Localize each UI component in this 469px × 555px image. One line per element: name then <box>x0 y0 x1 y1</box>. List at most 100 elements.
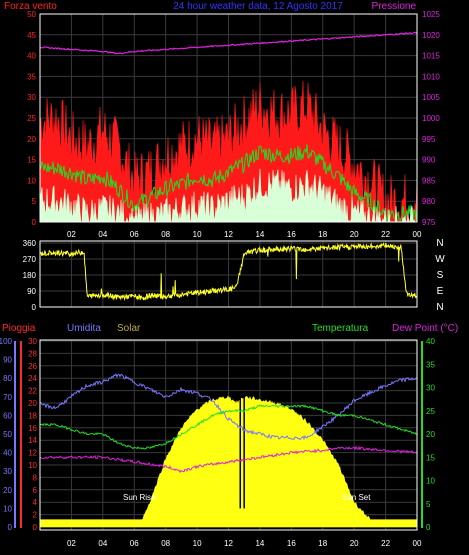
x-tick-label: 12 <box>224 539 233 548</box>
x-tick-label: 18 <box>318 230 327 239</box>
pressure-tick-label: 1025 <box>422 10 440 19</box>
compass-label: N <box>436 302 443 313</box>
pioggia-tick-label: 22 <box>28 387 37 396</box>
pressure-tick-label: 980 <box>422 197 436 206</box>
direction-tick-label: 0 <box>32 303 37 312</box>
x-tick-label: 02 <box>67 230 76 239</box>
legend-temperatura: Temperatura <box>312 323 369 334</box>
pressure-tick-label: 995 <box>422 135 436 144</box>
pioggia-tick-label: 2 <box>33 511 38 520</box>
wind-tick-label: 35 <box>27 72 36 81</box>
temp-tick-label: 25 <box>426 407 435 416</box>
compass-label: W <box>435 254 445 265</box>
temp-tick-label: 20 <box>426 430 435 439</box>
legend-dew-point: Dew Point (°C) <box>392 323 458 334</box>
pioggia-tick-label: 6 <box>33 486 38 495</box>
sun-set-label: Sun Set <box>342 493 371 502</box>
solar-gap <box>239 396 241 509</box>
sun-rise-label: Sun Rise <box>123 493 156 502</box>
umidita-tick-label: 70 <box>3 393 12 402</box>
solar-gap <box>243 396 245 509</box>
x-tick-label: 04 <box>98 230 107 239</box>
pioggia-tick-label: 20 <box>28 399 37 408</box>
pioggia-tick-label: 10 <box>28 461 37 470</box>
x-tick-label: 10 <box>193 539 202 548</box>
direction-tick-label: 270 <box>23 255 37 264</box>
wind-tick-label: 10 <box>27 176 36 185</box>
pressure-tick-label: 975 <box>422 218 436 227</box>
legend-solar: Solar <box>117 323 141 334</box>
pressure-tick-label: 1005 <box>422 93 440 102</box>
legend-pioggia: Pioggia <box>2 323 36 334</box>
pioggia-tick-label: 14 <box>28 436 37 445</box>
temp-tick-label: 40 <box>426 337 435 346</box>
x-tick-label: 08 <box>161 230 170 239</box>
temp-tick-label: 5 <box>426 500 431 509</box>
x-tick-label: 20 <box>350 230 359 239</box>
x-tick-label: 18 <box>318 539 327 548</box>
x-tick-label: 14 <box>255 539 264 548</box>
umidita-tick-label: 20 <box>3 486 12 495</box>
x-tick-label: 14 <box>255 230 264 239</box>
umidita-tick-label: 30 <box>3 467 12 476</box>
x-tick-label: 22 <box>381 539 390 548</box>
pioggia-tick-label: 28 <box>28 349 37 358</box>
pioggia-tick-label: 30 <box>28 337 37 346</box>
pioggia-tick-label: 26 <box>28 362 37 371</box>
temp-tick-label: 10 <box>426 477 435 486</box>
pioggia-tick-label: 24 <box>28 374 37 383</box>
wind-tick-label: 5 <box>32 197 37 206</box>
umidita-tick-label: 60 <box>3 411 12 420</box>
compass-label: S <box>437 270 444 281</box>
umidita-tick-label: 40 <box>3 449 12 458</box>
umidita-tick-label: 90 <box>3 356 12 365</box>
temp-tick-label: 15 <box>426 453 435 462</box>
umidita-tick-label: 10 <box>3 504 12 513</box>
x-tick-label: 00 <box>413 539 422 548</box>
wind-tick-label: 20 <box>27 135 36 144</box>
x-tick-label: 16 <box>287 539 296 548</box>
temp-tick-label: 30 <box>426 384 435 393</box>
x-tick-label: 02 <box>67 539 76 548</box>
x-tick-label: 04 <box>98 539 107 548</box>
x-tick-label: 22 <box>381 230 390 239</box>
wind-tick-label: 50 <box>27 10 36 19</box>
pressure-tick-label: 985 <box>422 176 436 185</box>
x-tick-label: 10 <box>193 230 202 239</box>
x-tick-label: 00 <box>413 230 422 239</box>
umidita-tick-label: 100 <box>0 337 13 346</box>
temp-tick-label: 35 <box>426 360 435 369</box>
x-tick-label: 20 <box>350 539 359 548</box>
umidita-tick-label: 50 <box>3 430 12 439</box>
compass-label: E <box>437 286 444 297</box>
pioggia-tick-label: 0 <box>33 523 38 532</box>
direction-tick-label: 90 <box>27 287 36 296</box>
umidita-tick-label: 0 <box>8 523 13 532</box>
compass-label: N <box>436 238 443 249</box>
x-tick-label: 06 <box>130 230 139 239</box>
wind-tick-label: 40 <box>27 52 36 61</box>
pioggia-tick-label: 18 <box>28 411 37 420</box>
pioggia-tick-label: 8 <box>33 473 38 482</box>
wind-tick-label: 25 <box>27 114 36 123</box>
x-tick-label: 12 <box>224 230 233 239</box>
temp-tick-label: 0 <box>426 523 431 532</box>
weather-chart: Forza vento 24 hour weather data, 12 Ago… <box>0 0 469 555</box>
x-tick-label: 06 <box>130 539 139 548</box>
wind-tick-label: 30 <box>27 93 36 102</box>
wind-tick-label: 0 <box>32 218 37 227</box>
pioggia-tick-label: 16 <box>28 424 37 433</box>
pressure-tick-label: 1015 <box>422 52 440 61</box>
umidita-tick-label: 80 <box>3 374 12 383</box>
x-tick-label: 08 <box>161 539 170 548</box>
pioggia-tick-label: 4 <box>33 498 38 507</box>
wind-tick-label: 45 <box>27 31 36 40</box>
x-tick-label: 16 <box>287 230 296 239</box>
legend-umidita: Umidita <box>67 323 101 334</box>
wind-tick-label: 15 <box>27 156 36 165</box>
title-center: 24 hour weather data, 12 Agosto 2017 <box>173 1 343 12</box>
pressure-tick-label: 1010 <box>422 72 440 81</box>
pressure-tick-label: 1020 <box>422 31 440 40</box>
pressure-tick-label: 1000 <box>422 114 440 123</box>
direction-tick-label: 180 <box>23 271 37 280</box>
